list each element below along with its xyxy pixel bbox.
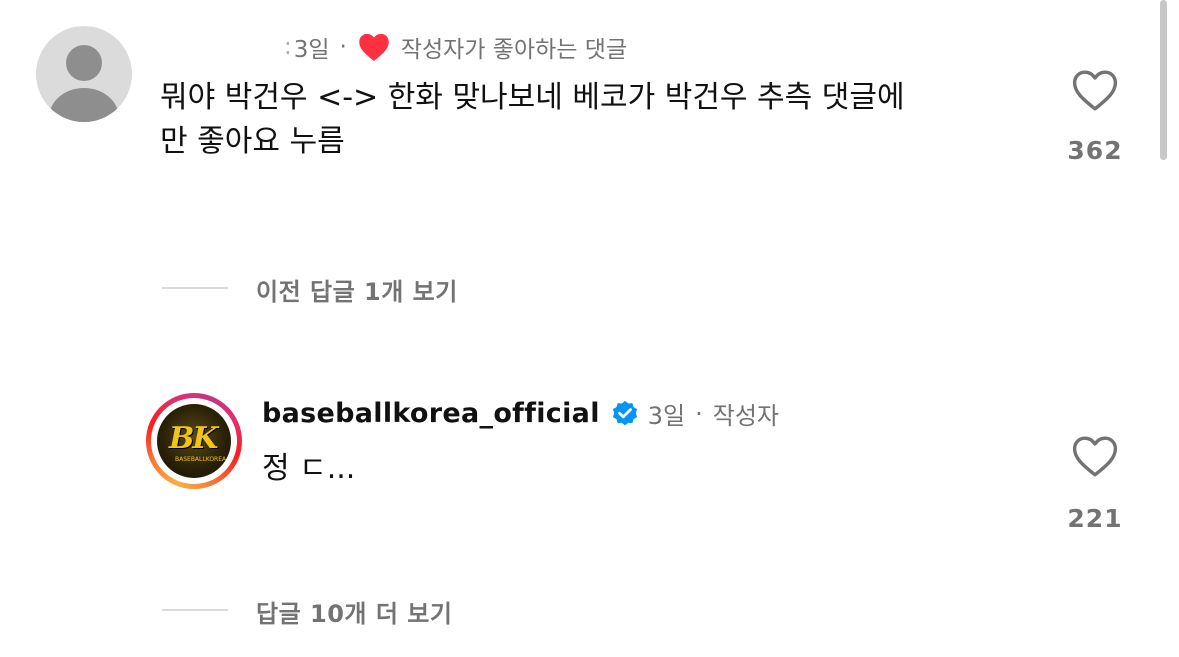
scrollbar[interactable] xyxy=(1160,0,1167,160)
redacted-username[interactable]: : xyxy=(284,34,292,60)
heart-icon[interactable] xyxy=(1071,68,1119,116)
reply-text: 정 ㄷ... xyxy=(262,451,356,486)
author-avatar[interactable]: BK BASEBALLKOREA xyxy=(146,393,242,489)
logo-subtext: BASEBALLKOREA xyxy=(175,456,227,463)
comment-time: 3일 xyxy=(293,37,330,63)
reply-divider xyxy=(162,609,228,611)
comment-text-line-2: 만 좋아요 누름 xyxy=(160,124,345,159)
comment-like-area: 362 xyxy=(1060,68,1130,165)
avatar-body-shape xyxy=(49,88,119,122)
reply-time: 3일 xyxy=(647,402,686,430)
view-previous-replies-link[interactable]: 이전 답글 1개 보기 xyxy=(256,272,458,307)
comment-meta: : 3일 · 작성자가 좋아하는 댓글 xyxy=(284,30,627,64)
reply-divider xyxy=(162,287,228,289)
like-count: 221 xyxy=(1067,504,1123,533)
avatar-head-shape xyxy=(66,45,102,81)
view-more-replies-link[interactable]: 답글 10개 더 보기 xyxy=(256,594,452,629)
separator-dot: · xyxy=(339,34,347,60)
comment-text-line-1: 뭐야 박건우 <-> 한화 맞나보네 베코가 박건우 추측 댓글에 xyxy=(160,80,905,115)
author-label: 작성자 xyxy=(712,402,779,430)
heart-filled-icon xyxy=(357,32,391,62)
comment-body: 뭐야 박건우 <-> 한화 맞나보네 베코가 박건우 추측 댓글에 만 좋아요 … xyxy=(160,76,1040,164)
reply-meta: baseballkorea_official 3일 · 작성자 xyxy=(262,396,779,431)
like-count: 362 xyxy=(1067,136,1123,165)
commenter-avatar[interactable] xyxy=(36,26,132,122)
creator-liked-label: 작성자가 좋아하는 댓글 xyxy=(400,37,628,63)
baseballkorea-logo: BK BASEBALLKOREA xyxy=(157,404,231,478)
verified-badge-icon xyxy=(610,399,640,429)
logo-text: BK xyxy=(169,421,218,456)
reply-like-area: 221 xyxy=(1060,434,1130,533)
heart-icon[interactable] xyxy=(1071,434,1119,482)
author-username[interactable]: baseballkorea_official xyxy=(262,398,600,429)
separator-dot: · xyxy=(695,399,703,428)
